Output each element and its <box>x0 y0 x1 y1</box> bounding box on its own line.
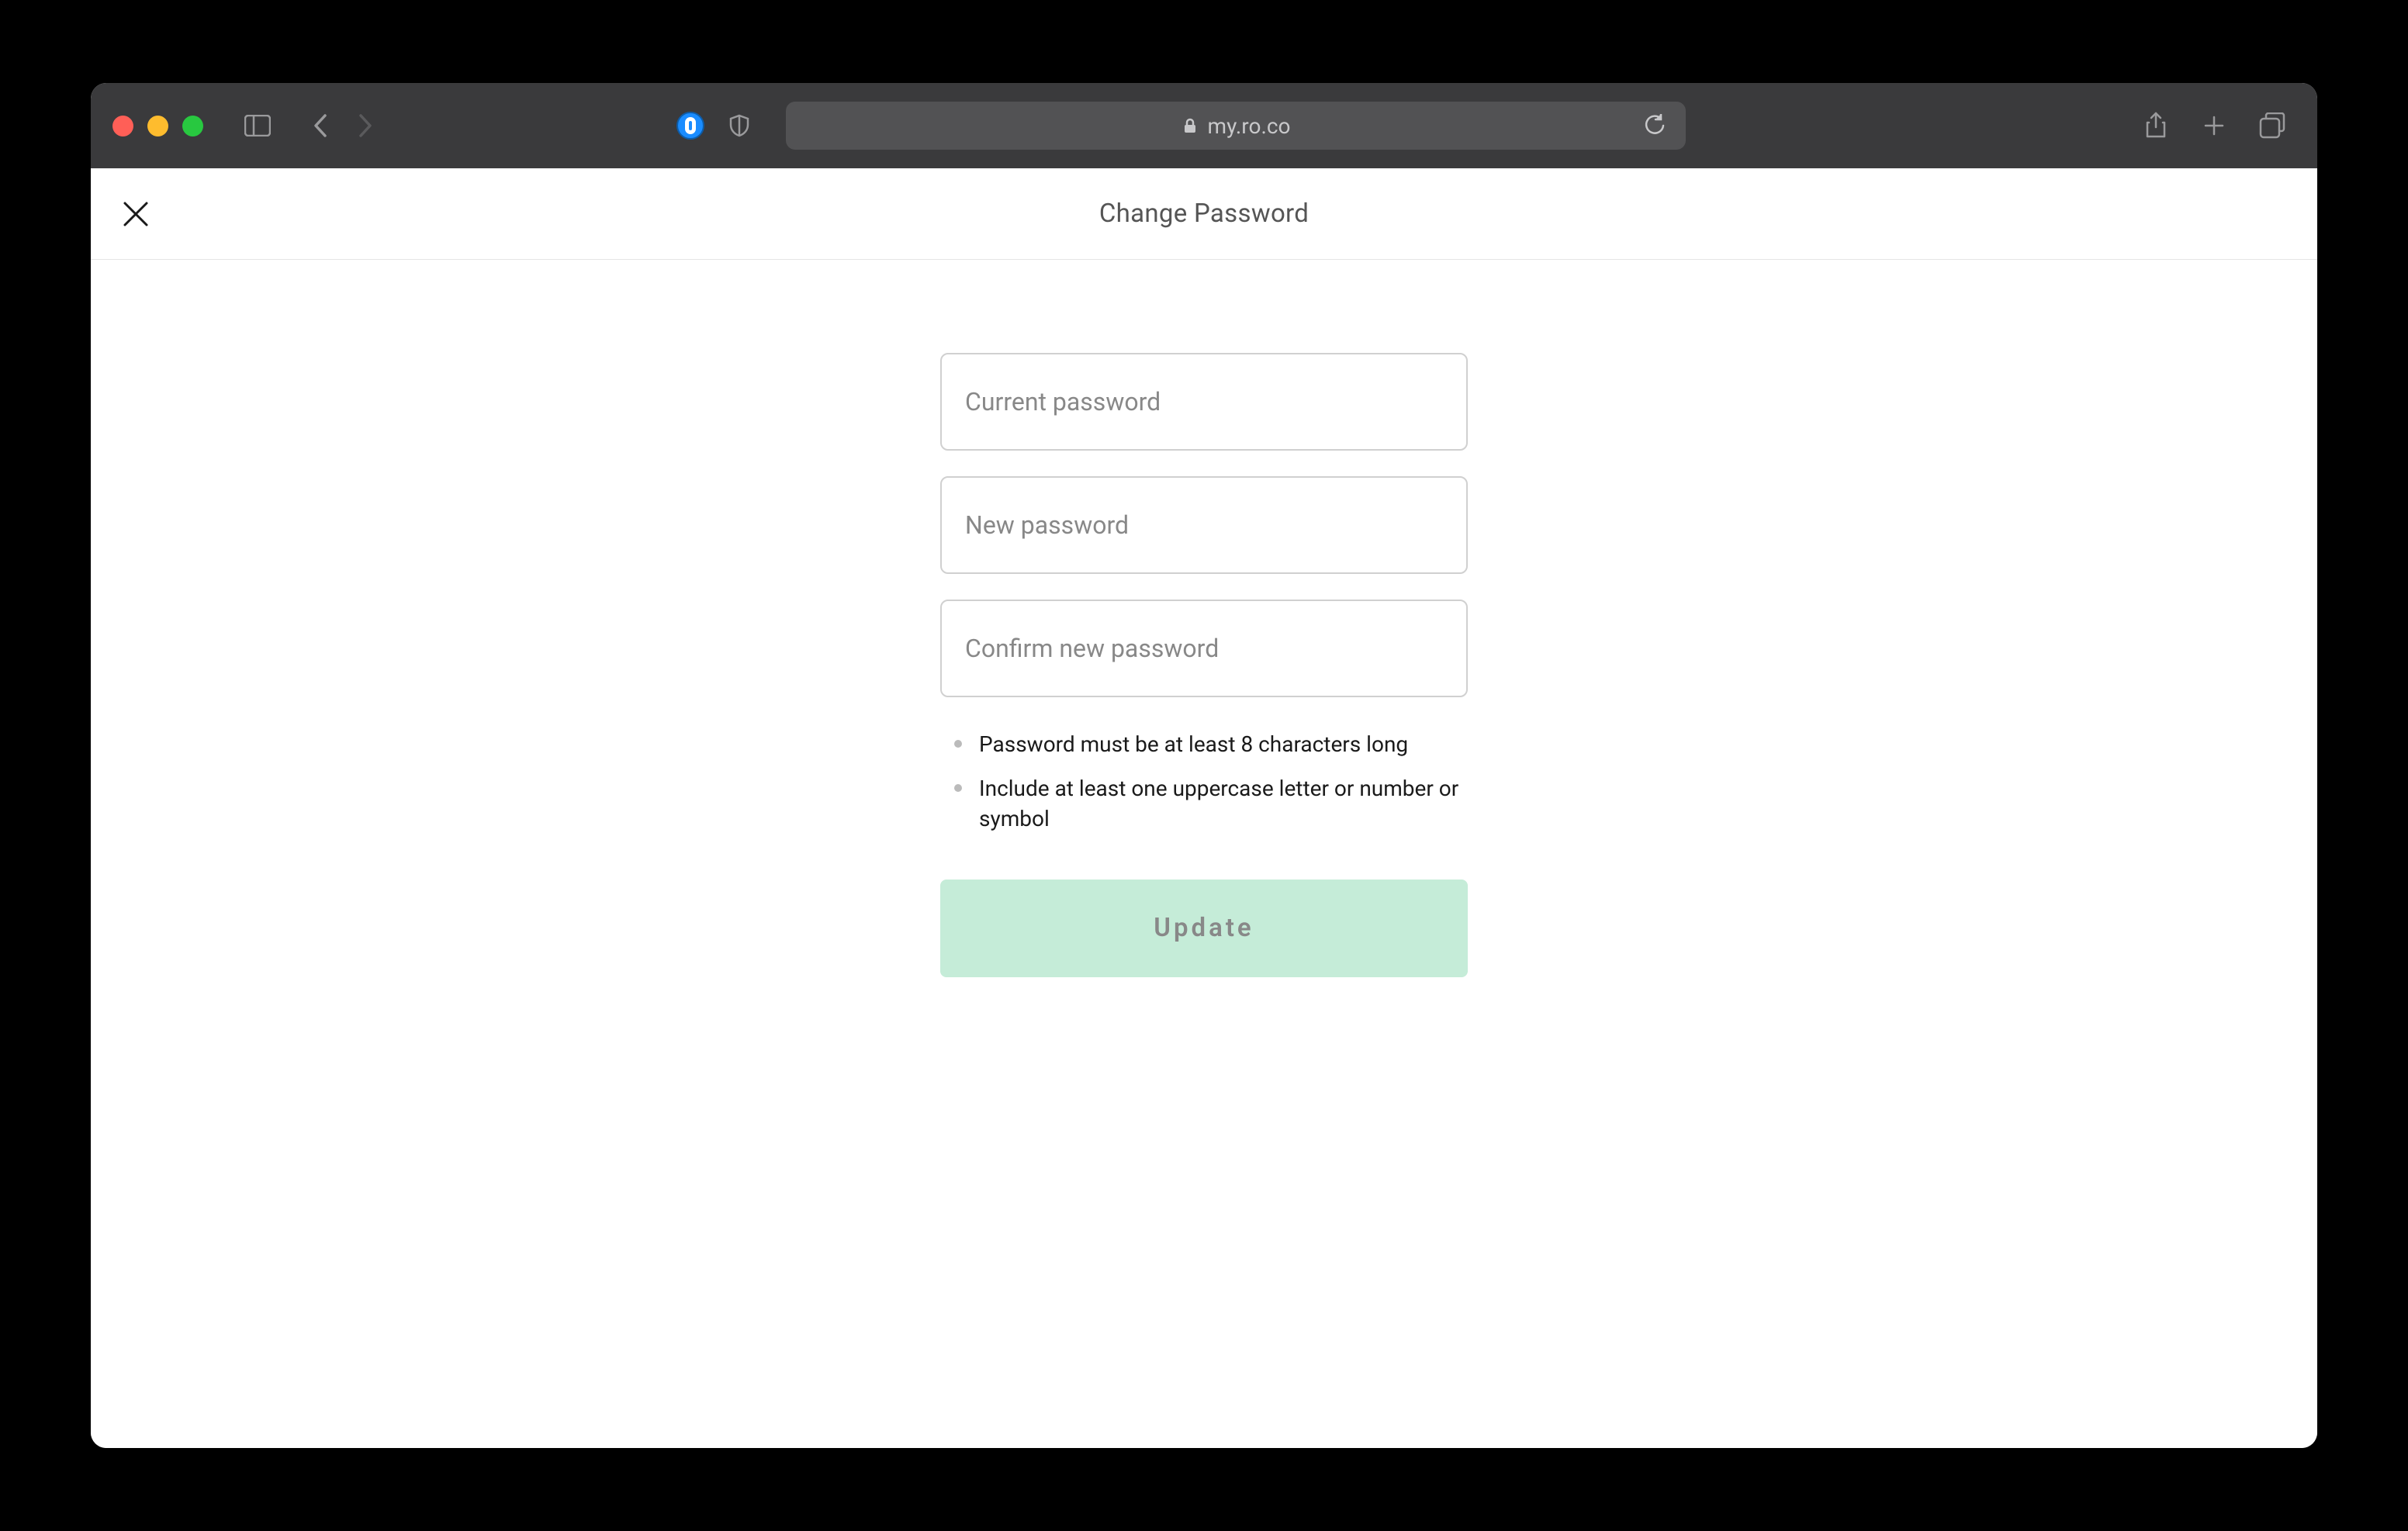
new-tab-button[interactable] <box>2199 110 2230 141</box>
window-close-button[interactable] <box>112 116 133 137</box>
current-password-input[interactable] <box>940 353 1468 451</box>
password-requirements: Password must be at least 8 characters l… <box>940 723 1468 835</box>
browser-window: my.ro.co <box>91 83 2317 1448</box>
extension-icons <box>676 110 755 141</box>
page-title: Change Password <box>1099 199 1309 229</box>
url-text: my.ro.co <box>1208 113 1291 139</box>
new-password-input[interactable] <box>940 476 1468 574</box>
refresh-button[interactable] <box>1639 110 1670 141</box>
close-button[interactable] <box>120 199 151 230</box>
back-button[interactable] <box>304 110 335 141</box>
sidebar-toggle-button[interactable] <box>242 110 273 141</box>
update-button[interactable]: Update <box>940 880 1468 977</box>
address-bar[interactable]: my.ro.co <box>786 102 1686 150</box>
browser-chrome: my.ro.co <box>91 83 2317 168</box>
privacy-shield-icon[interactable] <box>724 110 755 141</box>
window-minimize-button[interactable] <box>147 116 168 137</box>
page-content: Change Password Password must be at leas… <box>91 168 2317 1448</box>
onepassword-extension-icon[interactable] <box>676 112 704 140</box>
share-button[interactable] <box>2140 110 2171 141</box>
window-maximize-button[interactable] <box>182 116 203 137</box>
change-password-form: Password must be at least 8 characters l… <box>940 353 1468 977</box>
requirement-text: Password must be at least 8 characters l… <box>979 729 1408 759</box>
lock-icon <box>1182 117 1199 134</box>
requirement-item: Include at least one uppercase letter or… <box>954 773 1468 834</box>
page-header: Change Password <box>91 168 2317 260</box>
tabs-overview-button[interactable] <box>2257 110 2288 141</box>
requirement-text: Include at least one uppercase letter or… <box>979 773 1468 834</box>
bullet-icon <box>954 740 962 748</box>
nav-arrows <box>304 110 382 141</box>
chrome-right-controls <box>2140 110 2288 141</box>
confirm-password-input[interactable] <box>940 600 1468 697</box>
close-icon <box>121 199 150 229</box>
requirement-item: Password must be at least 8 characters l… <box>954 729 1468 759</box>
forward-button[interactable] <box>351 110 382 141</box>
traffic-lights <box>112 116 203 137</box>
bullet-icon <box>954 784 962 792</box>
